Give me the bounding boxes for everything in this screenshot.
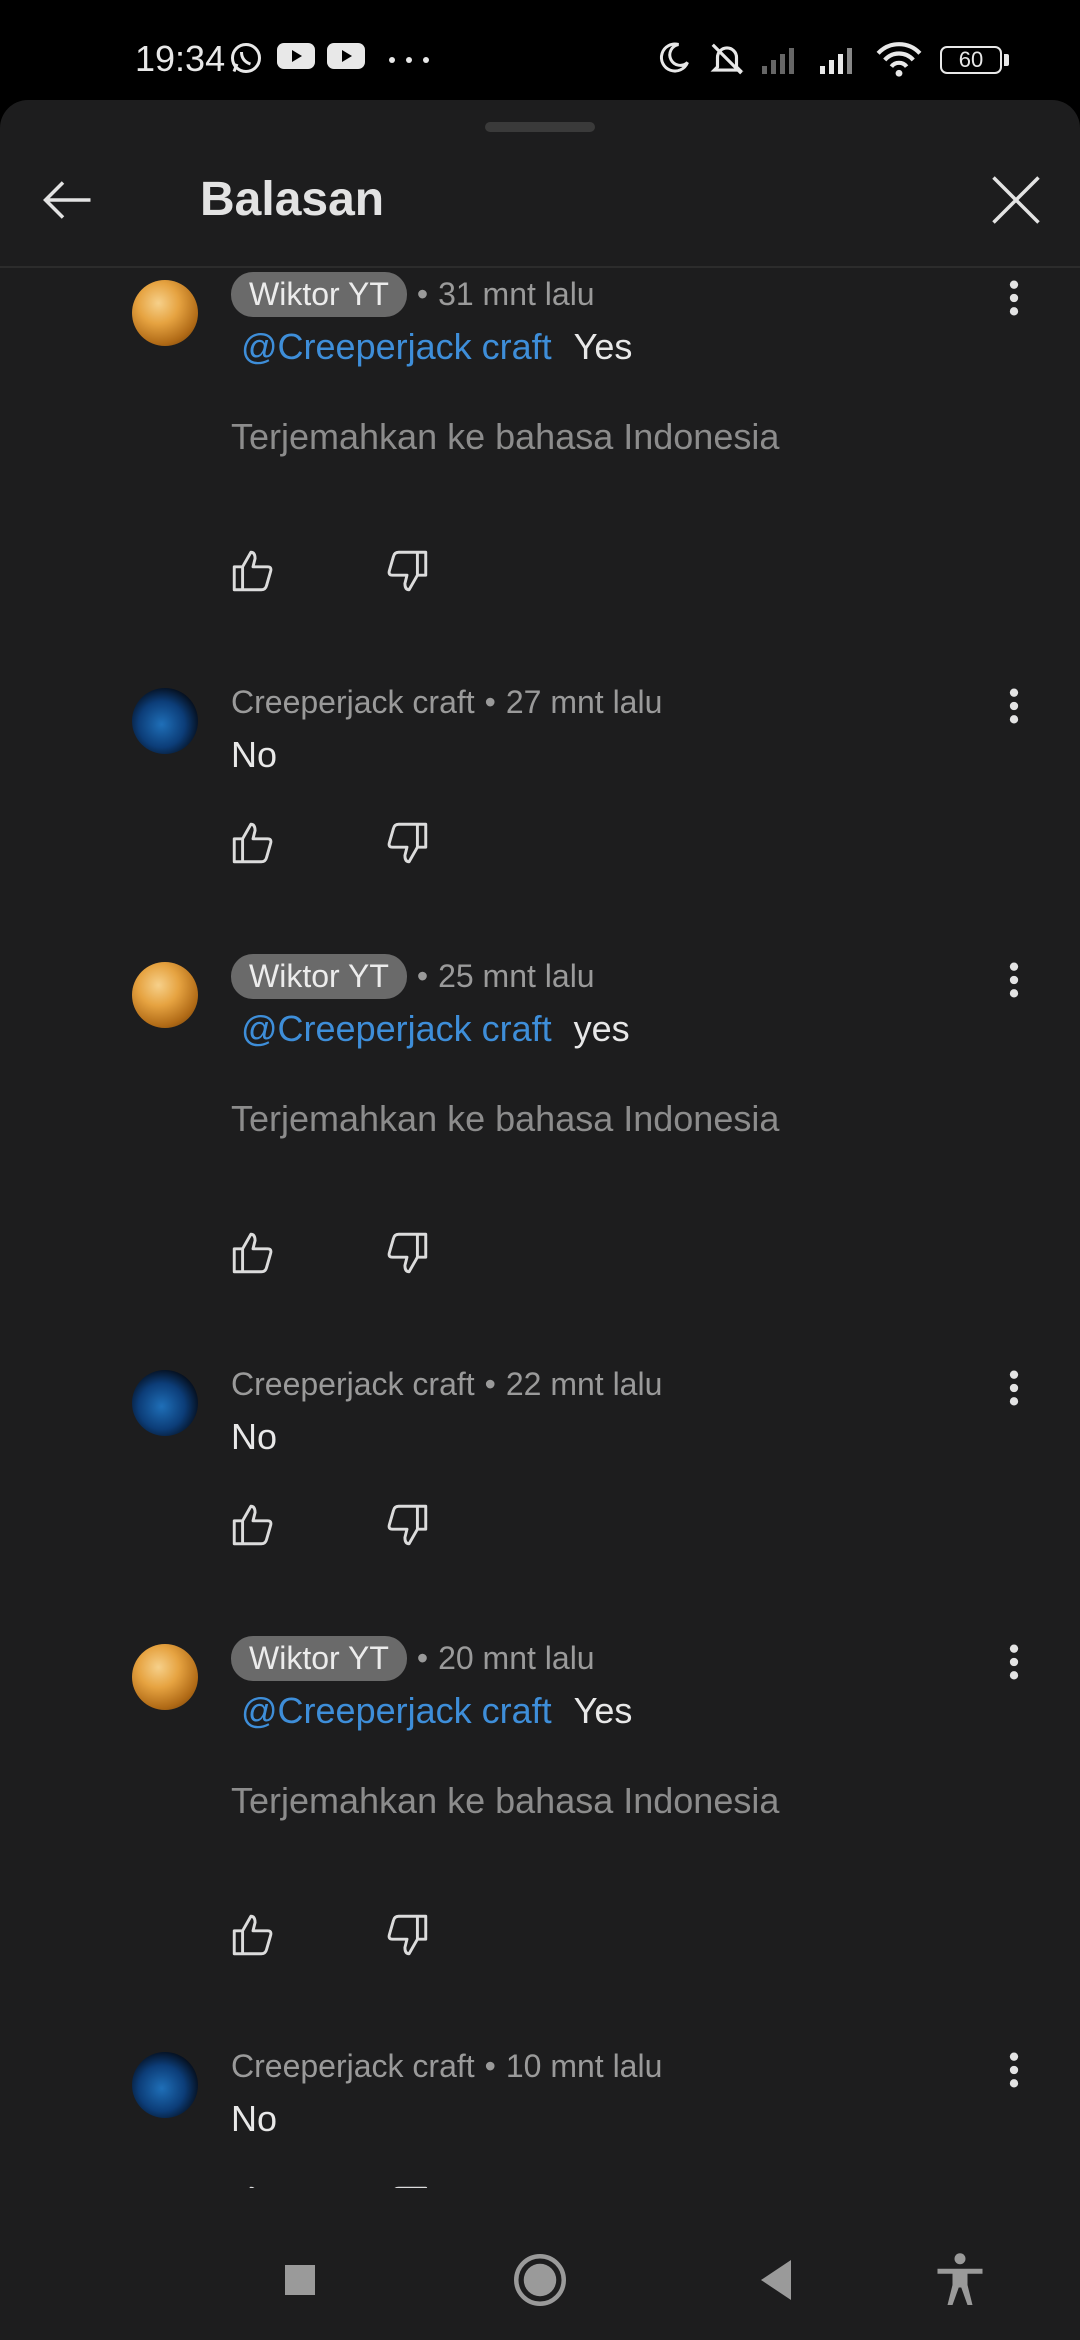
back-arrow-icon[interactable] (38, 170, 98, 230)
sheet-header: Balasan (0, 130, 1080, 266)
reply-message: No (231, 2098, 278, 2139)
system-nav-bar (0, 2220, 1080, 2340)
moon-icon (659, 42, 689, 73)
more-vertical-icon[interactable] (1000, 960, 1028, 1000)
reply-item: Wiktor YT • 31 mnt lalu @Creeperjack cra… (0, 268, 1080, 638)
close-icon[interactable] (986, 170, 1046, 230)
author-name[interactable]: Creeperjack craft (231, 1366, 475, 1403)
reply-time: 31 mnt lalu (438, 275, 595, 312)
translate-link[interactable]: Terjemahkan ke bahasa Indonesia (231, 1780, 779, 1822)
replies-sheet: Balasan Wiktor YT • 31 mnt lalu @Creeper… (0, 100, 1080, 2220)
accessibility-icon[interactable] (930, 2250, 990, 2310)
more-vertical-icon[interactable] (1000, 2050, 1028, 2090)
avatar-creeperjack[interactable] (132, 1370, 198, 1436)
status-bar: 19:34 60 (0, 0, 1080, 100)
separator-dot: • (416, 275, 429, 312)
reply-item: Wiktor YT • 25 mnt lalu @Creeperjack cra… (0, 950, 1080, 1320)
reply-item: Wiktor YT • 20 mnt lalu @Creeperjack cra… (0, 1632, 1080, 2002)
thumb-down-icon[interactable] (382, 1910, 432, 1960)
wifi-icon (876, 42, 922, 77)
recents-square-icon[interactable] (270, 2250, 330, 2310)
avatar-wiktor[interactable] (132, 962, 198, 1028)
signal-icon (820, 48, 852, 74)
thumb-down-icon[interactable] (382, 1228, 432, 1278)
author-chip[interactable]: Wiktor YT (231, 953, 407, 999)
whatsapp-icon (231, 43, 261, 73)
thumb-down-icon[interactable] (382, 546, 432, 596)
reply-message: No (231, 734, 278, 775)
reply-message: Yes (573, 1690, 633, 1731)
reply-time: 25 mnt lalu (438, 957, 595, 994)
reply-text: @Creeperjack craft Yes (231, 326, 632, 368)
bell-off-icon (710, 43, 744, 75)
reply-meta: Wiktor YT • 31 mnt lalu (231, 271, 595, 317)
translate-link[interactable]: Terjemahkan ke bahasa Indonesia (231, 1098, 779, 1140)
author-name[interactable]: Creeperjack craft (231, 2048, 475, 2085)
reply-text: @Creeperjack craft Yes (231, 1690, 632, 1732)
more-notifications-icon (389, 57, 429, 63)
thumb-down-icon[interactable] (382, 818, 432, 868)
reply-time: 20 mnt lalu (438, 1639, 595, 1676)
thumb-down-icon[interactable] (382, 1500, 432, 1550)
avatar-wiktor[interactable] (132, 1644, 198, 1710)
mention-link[interactable]: @Creeperjack craft (241, 326, 552, 367)
youtube-icon (277, 43, 315, 69)
avatar-creeperjack[interactable] (132, 688, 198, 754)
more-vertical-icon[interactable] (1000, 1642, 1028, 1682)
author-chip[interactable]: Wiktor YT (231, 271, 407, 317)
signal-weak-icon (762, 48, 794, 74)
thumb-up-icon[interactable] (228, 1910, 278, 1960)
back-triangle-icon[interactable] (746, 2250, 806, 2310)
reply-item: Creeperjack craft • 27 mnt lalu No (0, 676, 1080, 936)
status-time: 19:34 (135, 38, 226, 79)
author-chip[interactable]: Wiktor YT (231, 1635, 407, 1681)
reply-message: Yes (573, 326, 633, 367)
reply-time: 22 mnt lalu (505, 1365, 663, 1402)
separator-dot: • (416, 1639, 429, 1676)
thumb-up-icon[interactable] (228, 1500, 278, 1550)
mention-link[interactable]: @Creeperjack craft (241, 1690, 552, 1731)
mention-link[interactable]: @Creeperjack craft (241, 1008, 552, 1049)
reply-item: Creeperjack craft • 22 mnt lalu No (0, 1358, 1080, 1618)
reply-time: 27 mnt lalu (505, 683, 663, 720)
thumb-up-icon[interactable] (228, 546, 278, 596)
reply-meta: Wiktor YT • 20 mnt lalu (231, 1635, 595, 1681)
separator-dot: • (484, 683, 496, 720)
separator-dot: • (484, 1365, 496, 1402)
reply-meta: Creeperjack craft • 22 mnt lalu (231, 1362, 662, 1406)
thumb-up-icon[interactable] (228, 1228, 278, 1278)
sheet-title: Balasan (200, 173, 385, 226)
reply-item: Creeperjack craft • 10 mnt lalu No (0, 2040, 1080, 2188)
thumb-up-icon[interactable] (228, 2182, 278, 2188)
home-circle-icon[interactable] (510, 2250, 570, 2310)
more-vertical-icon[interactable] (1000, 686, 1028, 726)
battery-icon: 60 (940, 46, 1002, 74)
reply-message: No (231, 1416, 278, 1457)
youtube-icon-2 (327, 43, 365, 69)
avatar-wiktor[interactable] (132, 280, 198, 346)
more-vertical-icon[interactable] (1000, 1368, 1028, 1408)
separator-dot: • (484, 2047, 496, 2084)
thumb-up-icon[interactable] (228, 818, 278, 868)
reply-message: yes (573, 1008, 630, 1049)
thumb-down-icon[interactable] (382, 2182, 432, 2188)
author-name[interactable]: Creeperjack craft (231, 684, 475, 721)
translate-link[interactable]: Terjemahkan ke bahasa Indonesia (231, 416, 779, 458)
replies-list[interactable]: Wiktor YT • 31 mnt lalu @Creeperjack cra… (0, 268, 1080, 2188)
avatar-creeperjack[interactable] (132, 2052, 198, 2118)
reply-time: 10 mnt lalu (505, 2047, 663, 2084)
separator-dot: • (416, 957, 429, 994)
reply-text: @Creeperjack craft yes (231, 1008, 630, 1050)
reply-meta: Wiktor YT • 25 mnt lalu (231, 953, 595, 999)
reply-meta: Creeperjack craft • 27 mnt lalu (231, 680, 662, 724)
more-vertical-icon[interactable] (1000, 278, 1028, 318)
battery-tip (1004, 54, 1009, 66)
battery-level: 60 (958, 47, 984, 72)
reply-meta: Creeperjack craft • 10 mnt lalu (231, 2044, 662, 2088)
